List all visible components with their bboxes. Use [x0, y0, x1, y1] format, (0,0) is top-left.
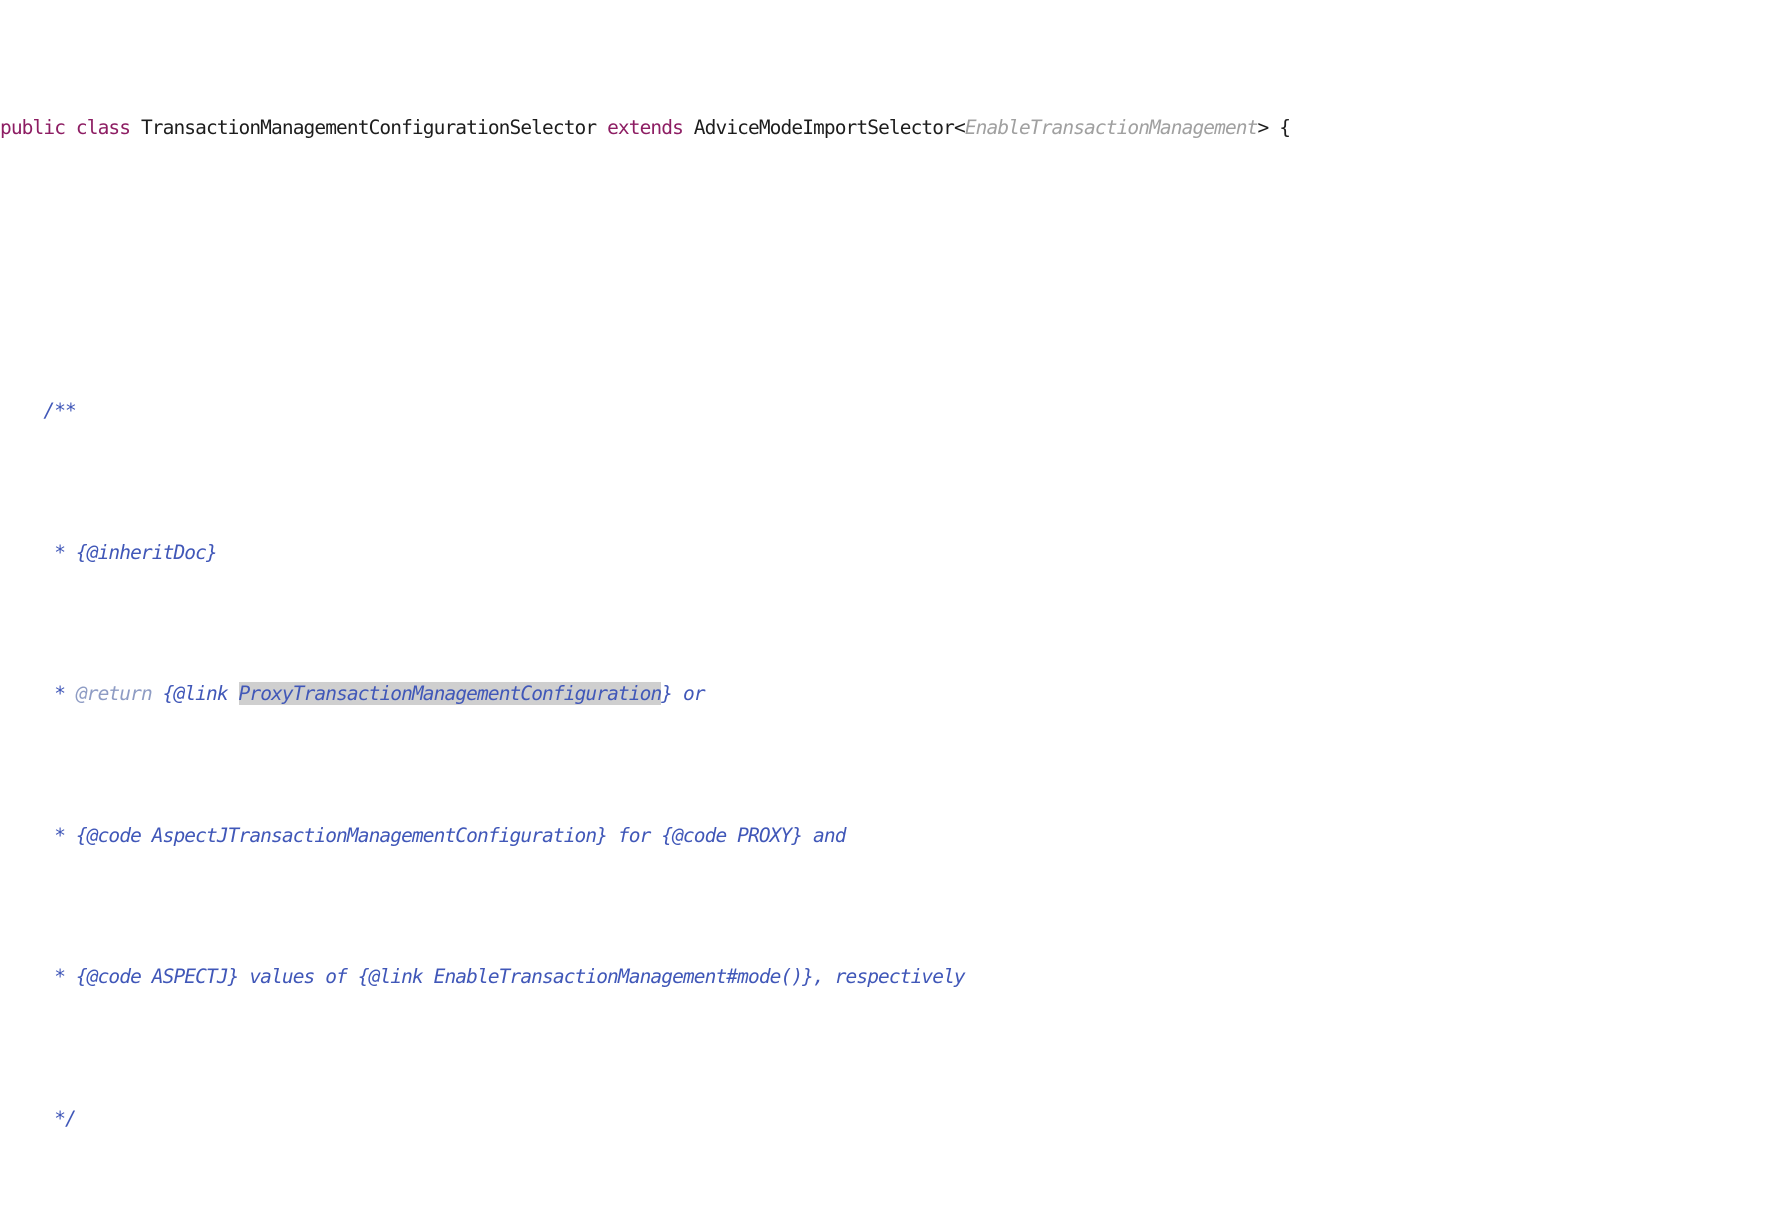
- code-line-javadoc-inheritdoc: * {@inheritDoc}: [0, 539, 1409, 567]
- javadoc-link-close: } or: [661, 682, 705, 706]
- javadoc-open: /**: [43, 399, 76, 423]
- brace-open: {: [1279, 116, 1291, 140]
- keyword-public: public: [0, 116, 66, 140]
- javadoc-link-target-highlighted: ProxyTransactionManagementConfiguration: [238, 682, 662, 706]
- javadoc-link-open: {@link: [151, 682, 239, 706]
- keyword-class: class: [75, 116, 131, 140]
- code-line-javadoc-aspectj-config: * {@code AspectJTransactionManagementCon…: [0, 822, 1409, 850]
- code-line-javadoc-open: /**: [0, 397, 1409, 425]
- class-name: TransactionManagementConfigurationSelect…: [140, 116, 597, 140]
- generic-type-parameter: EnableTransactionManagement: [964, 116, 1259, 140]
- code-viewer: public class TransactionManagementConfig…: [0, 0, 1778, 1130]
- code-line-class-declaration: public class TransactionManagementConfig…: [0, 113, 1409, 142]
- code-line-javadoc-return: * @return {@link ProxyTransactionManagem…: [0, 680, 1409, 708]
- code-line-javadoc-values: * {@code ASPECTJ} values of {@link Enabl…: [0, 963, 1409, 991]
- javadoc-inheritdoc: * {@inheritDoc}: [43, 540, 218, 564]
- javadoc-aspectj-config-text: * {@code AspectJTransactionManagementCon…: [43, 823, 846, 847]
- javadoc-asterisk: *: [43, 682, 76, 706]
- javadoc-values-text: * {@code ASPECTJ} values of {@link Enabl…: [43, 965, 965, 989]
- angle-open: <: [953, 116, 966, 140]
- angle-close: >: [1257, 116, 1270, 140]
- keyword-extends: extends: [607, 116, 684, 140]
- javadoc-close: */: [43, 1106, 77, 1130]
- code-block: public class TransactionManagementConfig…: [0, 0, 1409, 1224]
- code-line-javadoc-close: */: [0, 1105, 1409, 1133]
- super-type: AdviceModeImportSelector: [693, 116, 955, 140]
- javadoc-return-tag: @return: [75, 682, 153, 706]
